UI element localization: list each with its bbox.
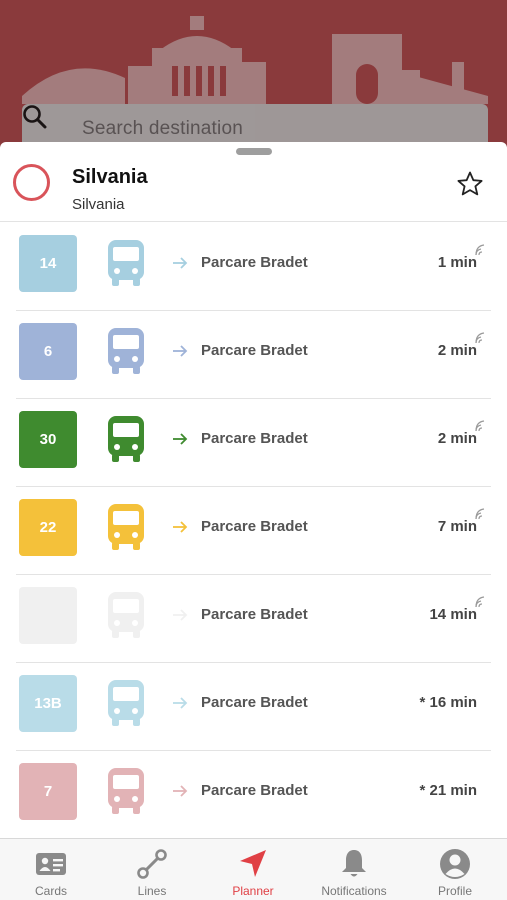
destination-label: Parcare Bradet bbox=[201, 254, 308, 271]
tab-label: Notifications bbox=[321, 884, 387, 898]
destination-label: Parcare Bradet bbox=[201, 430, 308, 447]
bottom-tab-bar: Cards Lines Planner Notifications Profil… bbox=[0, 838, 507, 900]
line-number-badge: 14 bbox=[19, 235, 77, 292]
arrow-right-icon bbox=[173, 433, 188, 445]
bus-icon bbox=[108, 592, 144, 638]
arrival-row[interactable]: 1 Parcare Bradet 14 min bbox=[0, 575, 507, 663]
stop-title: Silvania bbox=[72, 166, 148, 188]
bus-icon bbox=[108, 416, 144, 462]
arrival-row[interactable]: 13B Parcare Bradet * 16 min bbox=[0, 663, 507, 751]
arrival-row[interactable]: 30 Parcare Bradet 2 min bbox=[0, 399, 507, 487]
destination-label: Parcare Bradet bbox=[201, 694, 308, 711]
arrow-right-icon bbox=[173, 609, 188, 621]
header-banner: Search destination bbox=[0, 0, 507, 150]
arrow-right-icon bbox=[173, 785, 188, 797]
realtime-signal-icon bbox=[475, 420, 485, 432]
arrow-right-icon bbox=[173, 345, 188, 357]
bell-icon bbox=[342, 850, 366, 877]
destination-label: Parcare Bradet bbox=[201, 342, 308, 359]
arrivals-list: 14 Parcare Bradet 1 min 6 Parcare Bradet… bbox=[0, 223, 507, 839]
arrival-row[interactable]: 22 Parcare Bradet 7 min bbox=[0, 487, 507, 575]
sheet-grab-handle[interactable] bbox=[236, 148, 272, 155]
bus-icon bbox=[108, 328, 144, 374]
stop-marker-icon bbox=[13, 164, 50, 201]
card-icon bbox=[36, 853, 66, 875]
arrival-time: 1 min bbox=[437, 254, 477, 271]
line-number-badge: 13B bbox=[19, 675, 77, 732]
destination-label: Parcare Bradet bbox=[201, 606, 308, 623]
line-number-badge: 1 bbox=[19, 587, 77, 644]
navigate-icon bbox=[240, 850, 266, 877]
line-number-badge: 6 bbox=[19, 323, 77, 380]
bus-icon bbox=[108, 768, 144, 814]
stop-sheet: Silvania Silvania 14 Parcare Bradet 1 mi… bbox=[0, 142, 507, 842]
bus-icon bbox=[108, 504, 144, 550]
arrival-time: 14 min bbox=[429, 606, 477, 623]
stop-header: Silvania Silvania bbox=[0, 156, 507, 222]
destination-label: Parcare Bradet bbox=[201, 518, 308, 535]
arrow-right-icon bbox=[173, 521, 188, 533]
tab-label: Lines bbox=[137, 884, 167, 898]
line-number-badge: 7 bbox=[19, 763, 77, 820]
realtime-signal-icon bbox=[475, 508, 485, 520]
arrow-right-icon bbox=[173, 697, 188, 709]
tab-label: Cards bbox=[34, 884, 67, 898]
tab-notifications[interactable]: Notifications bbox=[304, 839, 404, 900]
tab-label: Planner bbox=[232, 884, 274, 898]
realtime-signal-icon bbox=[475, 332, 485, 344]
line-number-badge: 22 bbox=[19, 499, 77, 556]
search-icon bbox=[23, 105, 47, 129]
destination-label: Parcare Bradet bbox=[201, 782, 308, 799]
arrival-time: 2 min bbox=[437, 342, 477, 359]
arrival-row[interactable]: 6 Parcare Bradet 2 min bbox=[0, 311, 507, 399]
arrival-row[interactable]: 7 Parcare Bradet * 21 min bbox=[0, 751, 507, 839]
tab-profile[interactable]: Profile bbox=[405, 839, 505, 900]
route-icon bbox=[137, 849, 167, 879]
arrival-time: * 21 min bbox=[419, 782, 477, 799]
arrival-time: * 16 min bbox=[419, 694, 477, 711]
arrival-time: 2 min bbox=[437, 430, 477, 447]
person-icon bbox=[440, 849, 470, 879]
line-number-badge: 30 bbox=[19, 411, 77, 468]
search-input[interactable]: Search destination bbox=[82, 118, 243, 140]
stop-subtitle: Silvania bbox=[72, 196, 125, 213]
bus-icon bbox=[108, 240, 144, 286]
arrow-right-icon bbox=[173, 257, 188, 269]
favorite-star-icon[interactable] bbox=[456, 170, 484, 198]
arrival-row[interactable]: 14 Parcare Bradet 1 min bbox=[0, 223, 507, 311]
realtime-signal-icon bbox=[475, 244, 485, 256]
tab-label: Profile bbox=[437, 884, 472, 898]
tab-cards[interactable]: Cards bbox=[1, 839, 101, 900]
realtime-signal-icon bbox=[475, 596, 485, 608]
tab-planner[interactable]: Planner bbox=[203, 839, 303, 900]
bus-icon bbox=[108, 680, 144, 726]
tab-lines[interactable]: Lines bbox=[102, 839, 202, 900]
arrival-time: 7 min bbox=[437, 518, 477, 535]
